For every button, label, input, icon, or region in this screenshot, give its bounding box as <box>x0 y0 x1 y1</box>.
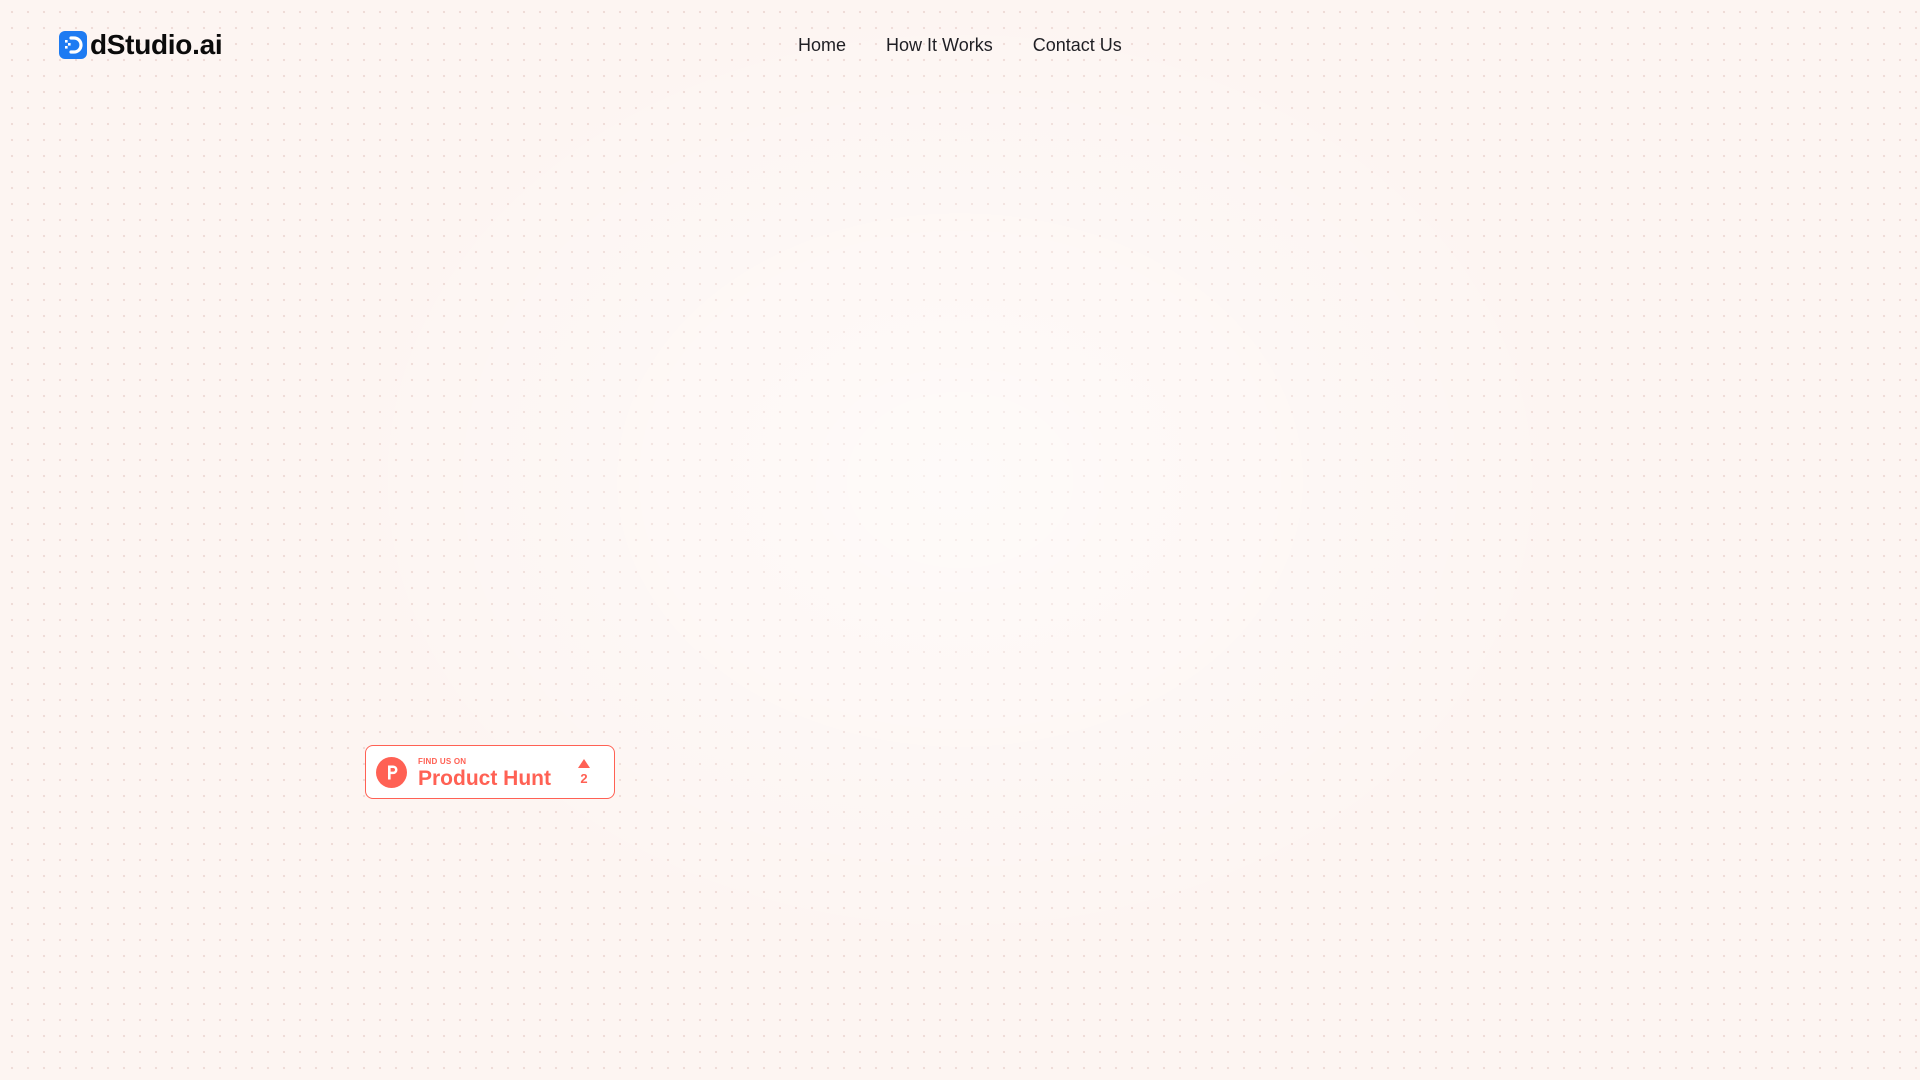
product-hunt-text: FIND US ON Product Hunt <box>418 757 551 791</box>
product-hunt-badge[interactable]: FIND US ON Product Hunt 2 <box>365 745 615 799</box>
product-hunt-icon <box>376 757 407 788</box>
nav-contact-us[interactable]: Contact Us <box>1033 34 1122 56</box>
product-hunt-votes: 2 <box>575 757 593 786</box>
upvote-triangle-icon <box>578 759 590 768</box>
site-header: dStudio.ai Home How It Works Contact Us <box>0 0 1920 92</box>
vote-count: 2 <box>580 771 588 786</box>
product-hunt-kicker: FIND US ON <box>418 757 467 766</box>
brand-home-link[interactable]: dStudio.ai <box>59 29 223 60</box>
dstudio-logo-icon <box>59 31 87 59</box>
nav-home[interactable]: Home <box>798 34 846 56</box>
nav-how-it-works[interactable]: How It Works <box>886 34 993 56</box>
main-nav: Home How It Works Contact Us <box>798 34 1122 56</box>
product-hunt-title: Product Hunt <box>418 767 551 790</box>
brand-name: dStudio.ai <box>90 29 223 60</box>
